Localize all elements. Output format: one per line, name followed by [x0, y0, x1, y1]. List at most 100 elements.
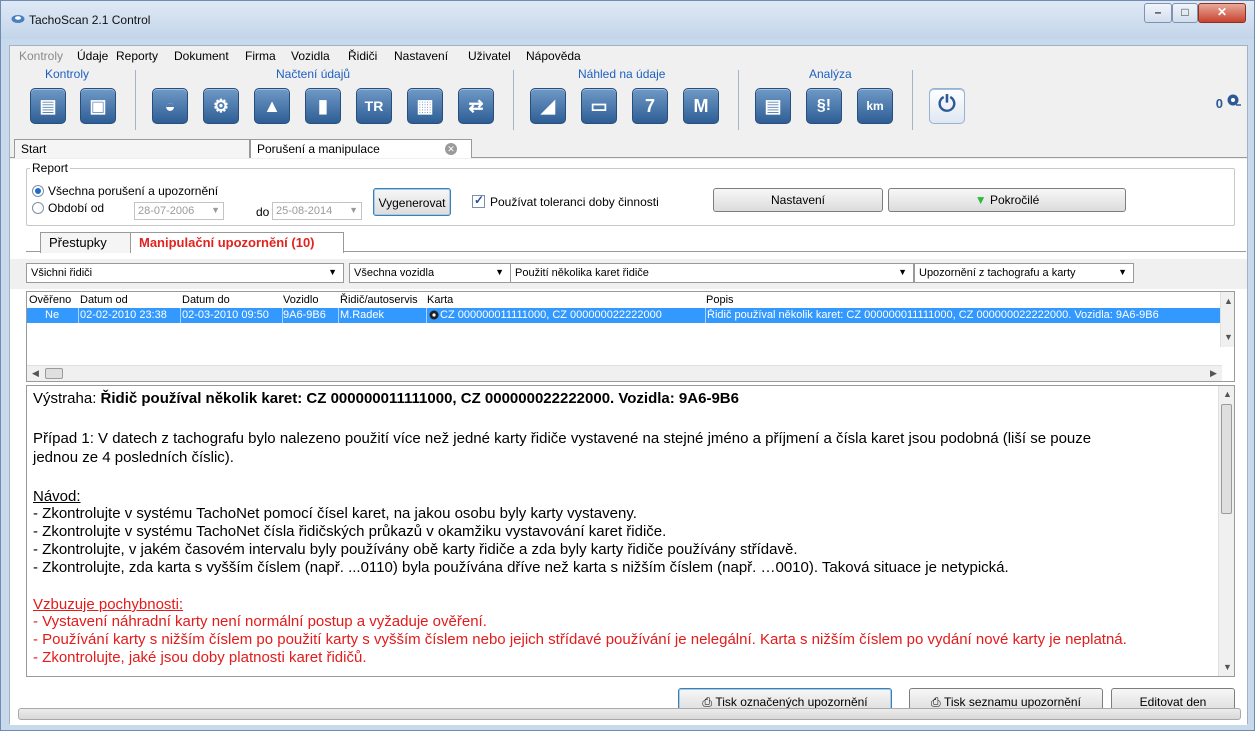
tab-prestupky-label: Přestupky: [49, 235, 107, 250]
scroll-down-icon[interactable]: ▼: [1224, 332, 1233, 342]
close-button[interactable]: ✕: [1198, 3, 1246, 23]
close-icon: ✕: [1216, 5, 1228, 19]
vehicle-filter-select[interactable]: Všechna vozidla ▼: [349, 263, 511, 283]
guide-item: - Zkontrolujte v systému TachoNet pomocí…: [33, 505, 637, 522]
check-driver-button[interactable]: ▣: [80, 88, 116, 124]
read-settings-button[interactable]: ⚙: [203, 88, 239, 124]
generate-button-label: Vygenerovat: [378, 196, 446, 210]
scroll-up-icon[interactable]: ▲: [1223, 389, 1232, 399]
weekly-chart-button[interactable]: 7: [632, 88, 668, 124]
guide-item: - Zkontrolujte v systému TachoNet čísla …: [33, 523, 667, 540]
violations-button[interactable]: §!: [806, 88, 842, 124]
driver-filter-select[interactable]: Všichni řidiči ▼: [26, 263, 344, 283]
type-filter-value: Použití několika karet řidiče: [515, 267, 649, 279]
view-tacho-data-button[interactable]: ▭: [581, 88, 617, 124]
chevron-down-icon: ▼: [328, 267, 337, 277]
distance-button[interactable]: km: [857, 88, 893, 124]
tab-violations[interactable]: Porušení a manipulace ✕: [250, 139, 472, 158]
col-header-card[interactable]: Karta: [427, 294, 453, 306]
maximize-button[interactable]: □: [1172, 3, 1198, 23]
detail-scrollbar[interactable]: ▲ ▼: [1218, 386, 1234, 676]
source-filter-select[interactable]: Upozornění z tachografu a karty ▼: [914, 263, 1134, 283]
advanced-content: ▼ Pokročilé: [975, 193, 1040, 207]
transfer-button[interactable]: ⇄: [458, 88, 494, 124]
tachograph-icon: ◒: [164, 96, 176, 116]
card-check-icon: ▤: [39, 96, 57, 116]
tab-prestupky[interactable]: Přestupky: [40, 232, 132, 253]
table-row[interactable]: Ne 02-02-2010 23:38 02-03-2010 09:50 9A6…: [27, 308, 1222, 323]
table-horizontal-scrollbar[interactable]: ◀ ▶: [27, 365, 1222, 381]
load-card-button[interactable]: ▮: [305, 88, 341, 124]
app-icon: [11, 15, 25, 23]
date-from-value: 28-07-2006: [138, 205, 195, 217]
radio-all[interactable]: [32, 185, 44, 197]
triangle-down-icon: ▼: [974, 193, 987, 207]
menu-udaje[interactable]: Údaje: [77, 49, 108, 63]
cell-driver: M.Radek: [340, 309, 385, 321]
chevron-down-icon: ▼: [1118, 267, 1127, 277]
group-label-nacteni: Načtení údajů: [276, 67, 351, 81]
type-filter-select[interactable]: Použití několika karet řidiče ▼: [510, 263, 914, 283]
menu-firma[interactable]: Firma: [245, 49, 276, 63]
cell-description: Řidič používal několik karet: CZ 0000000…: [707, 309, 1159, 321]
tab-manipulation[interactable]: Manipulační upozornění (10): [130, 232, 344, 253]
col-header-description[interactable]: Popis: [706, 294, 734, 306]
cell-card: CZ 000000011111000, CZ 000000022222000: [440, 309, 662, 321]
read-tachograph-button[interactable]: ◒: [152, 88, 188, 124]
scroll-left-icon[interactable]: ◀: [32, 368, 39, 379]
logout-button[interactable]: ⏻: [929, 88, 965, 124]
menu-kontroly[interactable]: Kontroly: [19, 49, 63, 63]
ribbon-separator: [135, 70, 136, 130]
view-card-data-button[interactable]: ◢: [530, 88, 566, 124]
date-to-field[interactable]: 25-08-2014 ▼: [272, 202, 362, 220]
menu-nastaveni[interactable]: Nastavení: [394, 49, 448, 63]
radio-period[interactable]: [32, 202, 44, 214]
settings-button-label: Nastavení: [770, 193, 826, 207]
case-text-line-1: Případ 1: V datech z tachografu bylo nal…: [33, 430, 1092, 447]
guide-item: - Zkontrolujte, v jakém časovém interval…: [33, 541, 798, 558]
disc-reader-icon[interactable]: [1227, 94, 1241, 108]
generate-button[interactable]: Vygenerovat: [373, 188, 451, 216]
date-from-field[interactable]: 28-07-2006 ▼: [134, 202, 224, 220]
menu-reporty[interactable]: Reporty: [116, 49, 158, 63]
close-tab-icon[interactable]: ✕: [445, 143, 457, 155]
maximize-icon: □: [1181, 5, 1189, 19]
tab-start[interactable]: Start: [14, 139, 250, 158]
source-filter-value: Upozornění z tachografu a karty: [919, 267, 1076, 279]
menu-ridici[interactable]: Řidiči: [348, 49, 377, 63]
menu-vozidla[interactable]: Vozidla: [291, 49, 330, 63]
load-usb-button[interactable]: ▦: [407, 88, 443, 124]
card-view-icon: ◢: [541, 96, 555, 116]
scroll-up-icon[interactable]: ▲: [1224, 296, 1233, 306]
col-header-verified[interactable]: Ověřeno: [29, 294, 71, 306]
monthly-chart-button[interactable]: M: [683, 88, 719, 124]
col-header-vehicle[interactable]: Vozidlo: [283, 294, 318, 306]
ribbon-separator: [513, 70, 514, 130]
driver-check-icon: ▣: [89, 96, 107, 116]
menu-uzivatel[interactable]: Uživatel: [468, 49, 511, 63]
check-card-button[interactable]: ▤: [30, 88, 66, 124]
col-header-date-to[interactable]: Datum do: [182, 294, 230, 306]
advanced-button[interactable]: ▼ Pokročilé: [888, 188, 1126, 212]
load-tr-button[interactable]: TR: [356, 88, 392, 124]
reader-counter: 0: [1215, 96, 1223, 111]
app-window: TachoScan 2.1 Control – □ ✕ Kontroly Úda…: [0, 0, 1255, 731]
scroll-down-icon[interactable]: ▼: [1223, 662, 1232, 672]
scroll-thumb[interactable]: [1221, 404, 1232, 514]
scroll-right-icon[interactable]: ▶: [1210, 368, 1217, 379]
col-header-driver[interactable]: Řidič/autoservis: [340, 294, 418, 306]
col-header-date-from[interactable]: Datum od: [80, 294, 128, 306]
ribbon-separator: [912, 70, 913, 130]
report-export-button[interactable]: ▤: [755, 88, 791, 124]
scroll-thumb[interactable]: [45, 368, 63, 379]
table-vertical-scrollbar[interactable]: ▲ ▼: [1220, 292, 1234, 347]
tolerance-checkbox[interactable]: [472, 193, 485, 208]
to-label: do: [256, 205, 270, 219]
group-label-kontroly: Kontroly: [45, 67, 90, 81]
cell-date-from: 02-02-2010 23:38: [80, 309, 167, 321]
menu-napoveda[interactable]: Nápověda: [526, 49, 581, 63]
load-file-button[interactable]: ▲: [254, 88, 290, 124]
settings-button[interactable]: Nastavení: [713, 188, 883, 212]
minimize-button[interactable]: –: [1144, 3, 1172, 23]
menu-dokument[interactable]: Dokument: [174, 49, 229, 63]
